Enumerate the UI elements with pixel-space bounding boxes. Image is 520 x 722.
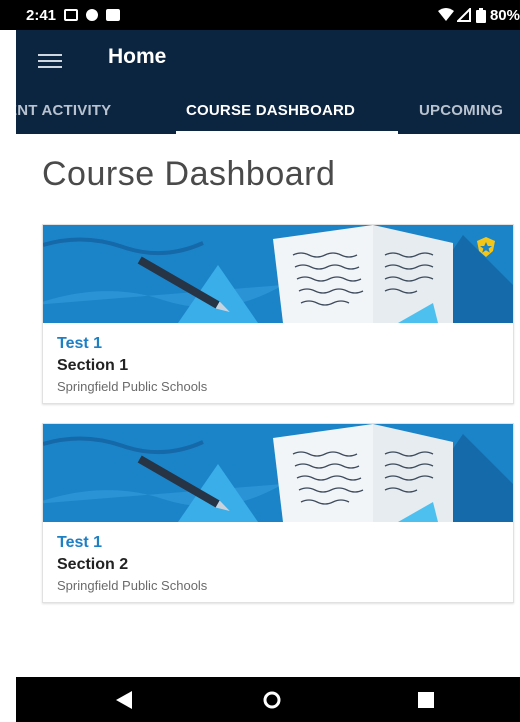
notification-icon (86, 9, 99, 21)
tab-recent-activity[interactable]: CENT ACTIVITY (16, 90, 111, 134)
menu-icon[interactable] (38, 50, 62, 70)
tab-bar: CENT ACTIVITY COURSE DASHBOARD UPCOMING (16, 90, 520, 134)
notification-icon (64, 9, 79, 21)
tab-indicator (176, 131, 398, 134)
status-time: 2:41 (26, 6, 57, 24)
course-card[interactable]: Test 1 Section 1 Springfield Public Scho… (42, 224, 514, 404)
course-name-link[interactable]: Test 1 (57, 534, 207, 552)
tab-course-dashboard[interactable]: COURSE DASHBOARD (186, 90, 355, 134)
tab-upcoming[interactable]: UPCOMING (419, 90, 503, 134)
shield-star-icon (477, 237, 495, 257)
battery-icon (475, 7, 486, 23)
course-banner-image (43, 225, 513, 323)
page-title: Course Dashboard (42, 155, 336, 193)
app-bar-title: Home (108, 45, 167, 68)
wifi-icon (437, 8, 454, 21)
status-right: 80% (437, 0, 520, 30)
back-icon[interactable] (116, 691, 132, 709)
course-name-link[interactable]: Test 1 (57, 335, 207, 353)
notification-icon (106, 9, 121, 21)
app-bar: Home (16, 30, 520, 90)
section-name: Section 2 (57, 556, 129, 573)
recents-icon[interactable] (418, 692, 434, 708)
course-card[interactable]: Test 1 Section 2 Springfield Public Scho… (42, 423, 514, 603)
course-banner-image (43, 424, 513, 522)
school-name: Springfield Public Schools (57, 379, 208, 394)
battery-percent: 80% (489, 6, 520, 24)
signal-icon (456, 8, 471, 22)
section-name: Section 1 (57, 357, 129, 374)
card-body: Test 1 Section 2 Springfield Public Scho… (57, 534, 207, 593)
school-name: Springfield Public Schools (57, 578, 208, 593)
system-nav-bar (16, 677, 520, 722)
card-body: Test 1 Section 1 Springfield Public Scho… (57, 335, 207, 394)
home-icon[interactable] (262, 690, 282, 710)
status-bar: 2:41 80% (0, 0, 520, 30)
